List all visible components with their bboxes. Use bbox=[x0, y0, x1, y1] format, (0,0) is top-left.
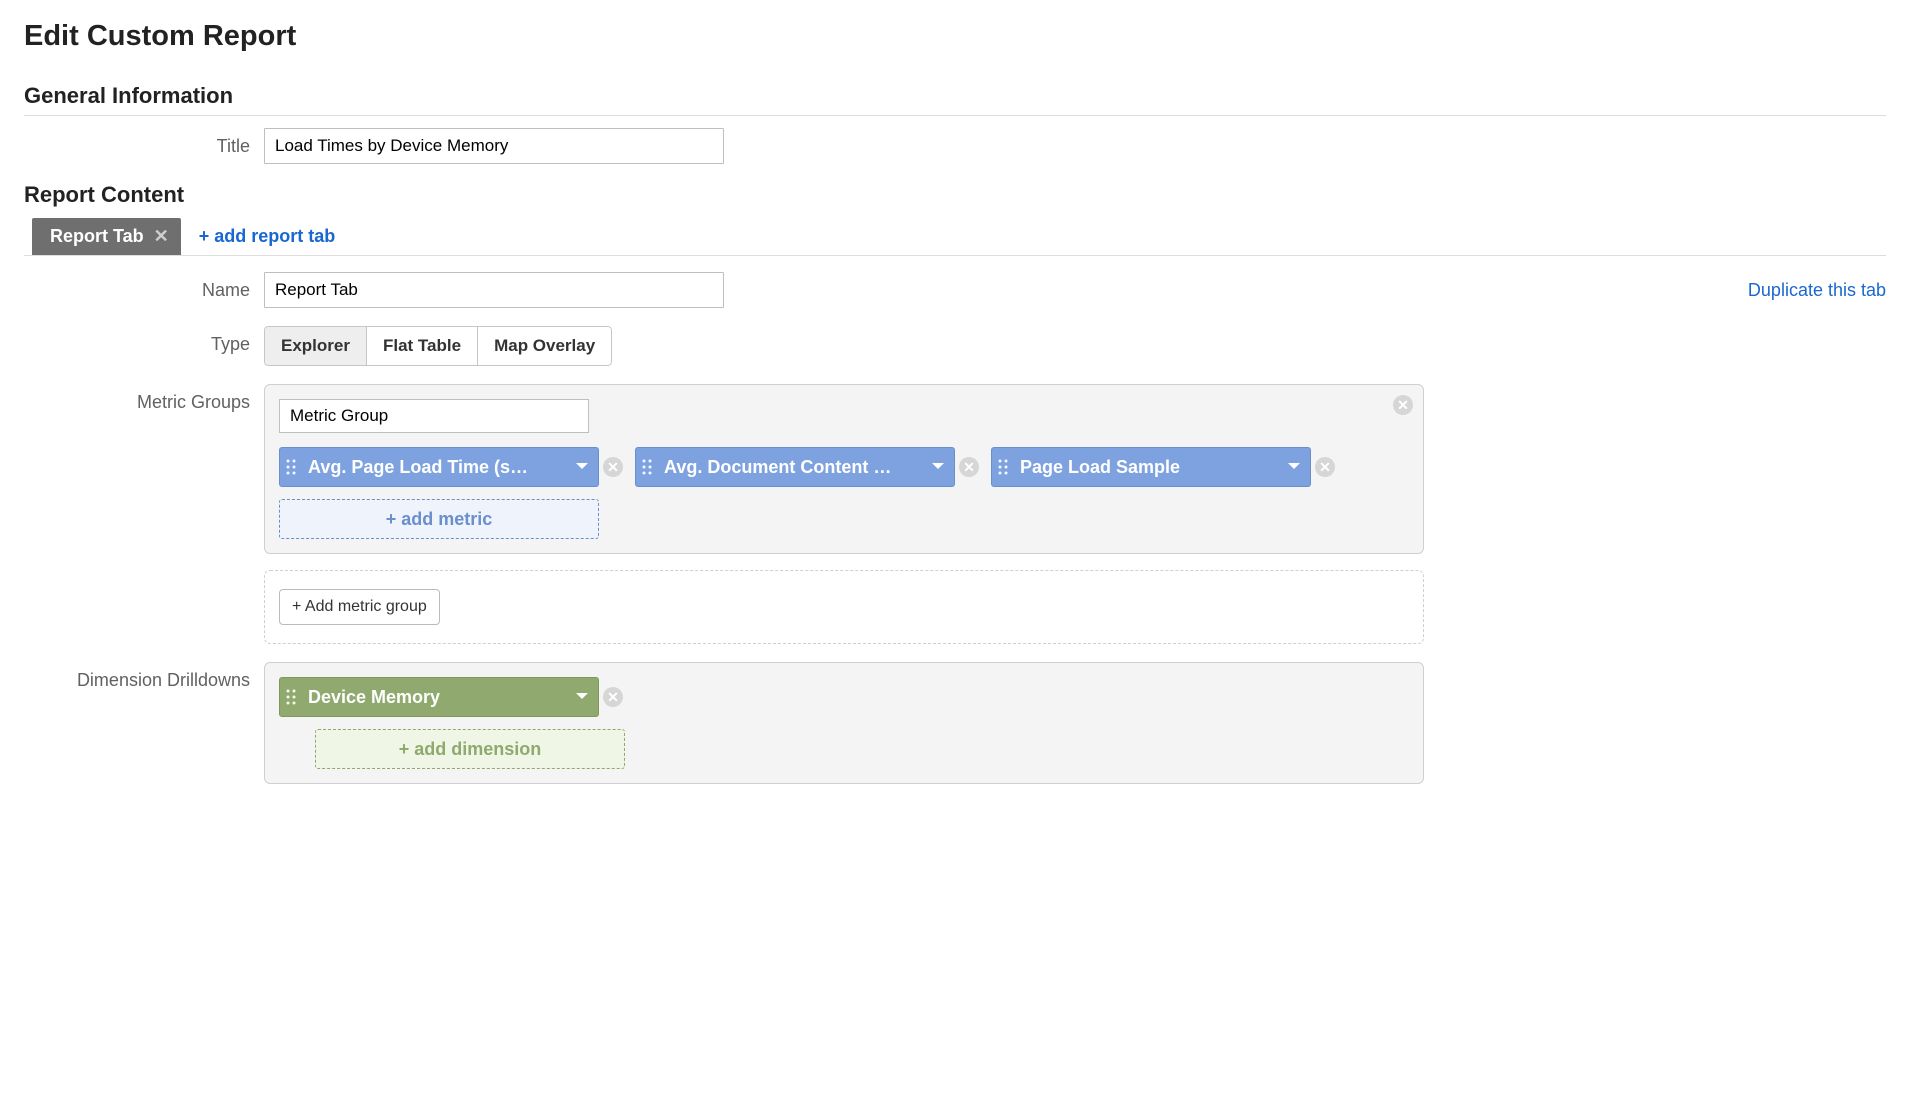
add-metric-button[interactable]: + add metric bbox=[279, 499, 599, 539]
metric-chip-label: Page Load Sample bbox=[1014, 457, 1278, 478]
type-option-flat-table[interactable]: Flat Table bbox=[366, 326, 478, 366]
add-dimension-button[interactable]: + add dimension bbox=[315, 729, 625, 769]
metric-chip[interactable]: Avg. Page Load Time (s… bbox=[279, 447, 599, 487]
chevron-down-icon[interactable] bbox=[566, 463, 598, 471]
metric-group-name-input[interactable] bbox=[279, 399, 589, 433]
title-label: Title bbox=[24, 128, 264, 157]
drag-grip-icon[interactable] bbox=[280, 689, 302, 705]
remove-metric-icon[interactable]: ✕ bbox=[1315, 457, 1335, 477]
name-label: Name bbox=[24, 272, 264, 301]
name-row: Name Duplicate this tab bbox=[24, 272, 1886, 308]
title-input[interactable] bbox=[264, 128, 724, 164]
type-option-map-overlay[interactable]: Map Overlay bbox=[477, 326, 612, 366]
type-segmented-control: Explorer Flat Table Map Overlay bbox=[264, 326, 612, 366]
metric-chip-label: Avg. Page Load Time (s… bbox=[302, 457, 566, 478]
add-report-tab-link[interactable]: + add report tab bbox=[199, 226, 336, 255]
report-tab-label: Report Tab bbox=[50, 226, 144, 247]
title-row: Title bbox=[24, 128, 1886, 164]
drag-grip-icon[interactable] bbox=[636, 459, 658, 475]
name-input[interactable] bbox=[264, 272, 724, 308]
report-tabs-row: Report Tab ✕ + add report tab bbox=[24, 218, 1886, 256]
remove-dimension-icon[interactable]: ✕ bbox=[603, 687, 623, 707]
dimension-panel: Device Memory ✕ + add dimension bbox=[264, 662, 1424, 784]
metric-groups-row: Metric Groups ✕ Avg. Page Load Time (s… bbox=[24, 384, 1886, 644]
dimension-chip-label: Device Memory bbox=[302, 687, 566, 708]
page-title: Edit Custom Report bbox=[24, 20, 1886, 53]
chevron-down-icon[interactable] bbox=[566, 693, 598, 701]
chevron-down-icon[interactable] bbox=[1278, 463, 1310, 471]
type-option-explorer[interactable]: Explorer bbox=[264, 326, 367, 366]
remove-metric-group-icon[interactable]: ✕ bbox=[1393, 395, 1413, 415]
metric-group-panel: ✕ Avg. Page Load Time (s… ✕ bbox=[264, 384, 1424, 554]
section-heading-report-content: Report Content bbox=[24, 182, 1886, 214]
metrics-chips-row: Avg. Page Load Time (s… ✕ Avg. Document … bbox=[279, 447, 1409, 487]
dimension-drilldowns-row: Dimension Drilldowns Device Memory ✕ bbox=[24, 662, 1886, 784]
chevron-down-icon[interactable] bbox=[922, 463, 954, 471]
add-metric-group-panel: + Add metric group bbox=[264, 570, 1424, 644]
add-metric-group-button[interactable]: + Add metric group bbox=[279, 589, 440, 625]
close-icon[interactable]: ✕ bbox=[154, 226, 169, 247]
metric-chip[interactable]: Avg. Document Content … bbox=[635, 447, 955, 487]
type-row: Type Explorer Flat Table Map Overlay bbox=[24, 326, 1886, 366]
section-heading-general-info: General Information bbox=[24, 83, 1886, 116]
dimension-drilldowns-label: Dimension Drilldowns bbox=[24, 662, 264, 691]
type-label: Type bbox=[24, 326, 264, 355]
metric-chip-label: Avg. Document Content … bbox=[658, 457, 922, 478]
drag-grip-icon[interactable] bbox=[992, 459, 1014, 475]
duplicate-tab-link[interactable]: Duplicate this tab bbox=[1748, 280, 1886, 301]
remove-metric-icon[interactable]: ✕ bbox=[959, 457, 979, 477]
metric-chip[interactable]: Page Load Sample bbox=[991, 447, 1311, 487]
drag-grip-icon[interactable] bbox=[280, 459, 302, 475]
metric-groups-label: Metric Groups bbox=[24, 384, 264, 413]
remove-metric-icon[interactable]: ✕ bbox=[603, 457, 623, 477]
dimension-chip[interactable]: Device Memory bbox=[279, 677, 599, 717]
report-tab[interactable]: Report Tab ✕ bbox=[32, 218, 181, 255]
